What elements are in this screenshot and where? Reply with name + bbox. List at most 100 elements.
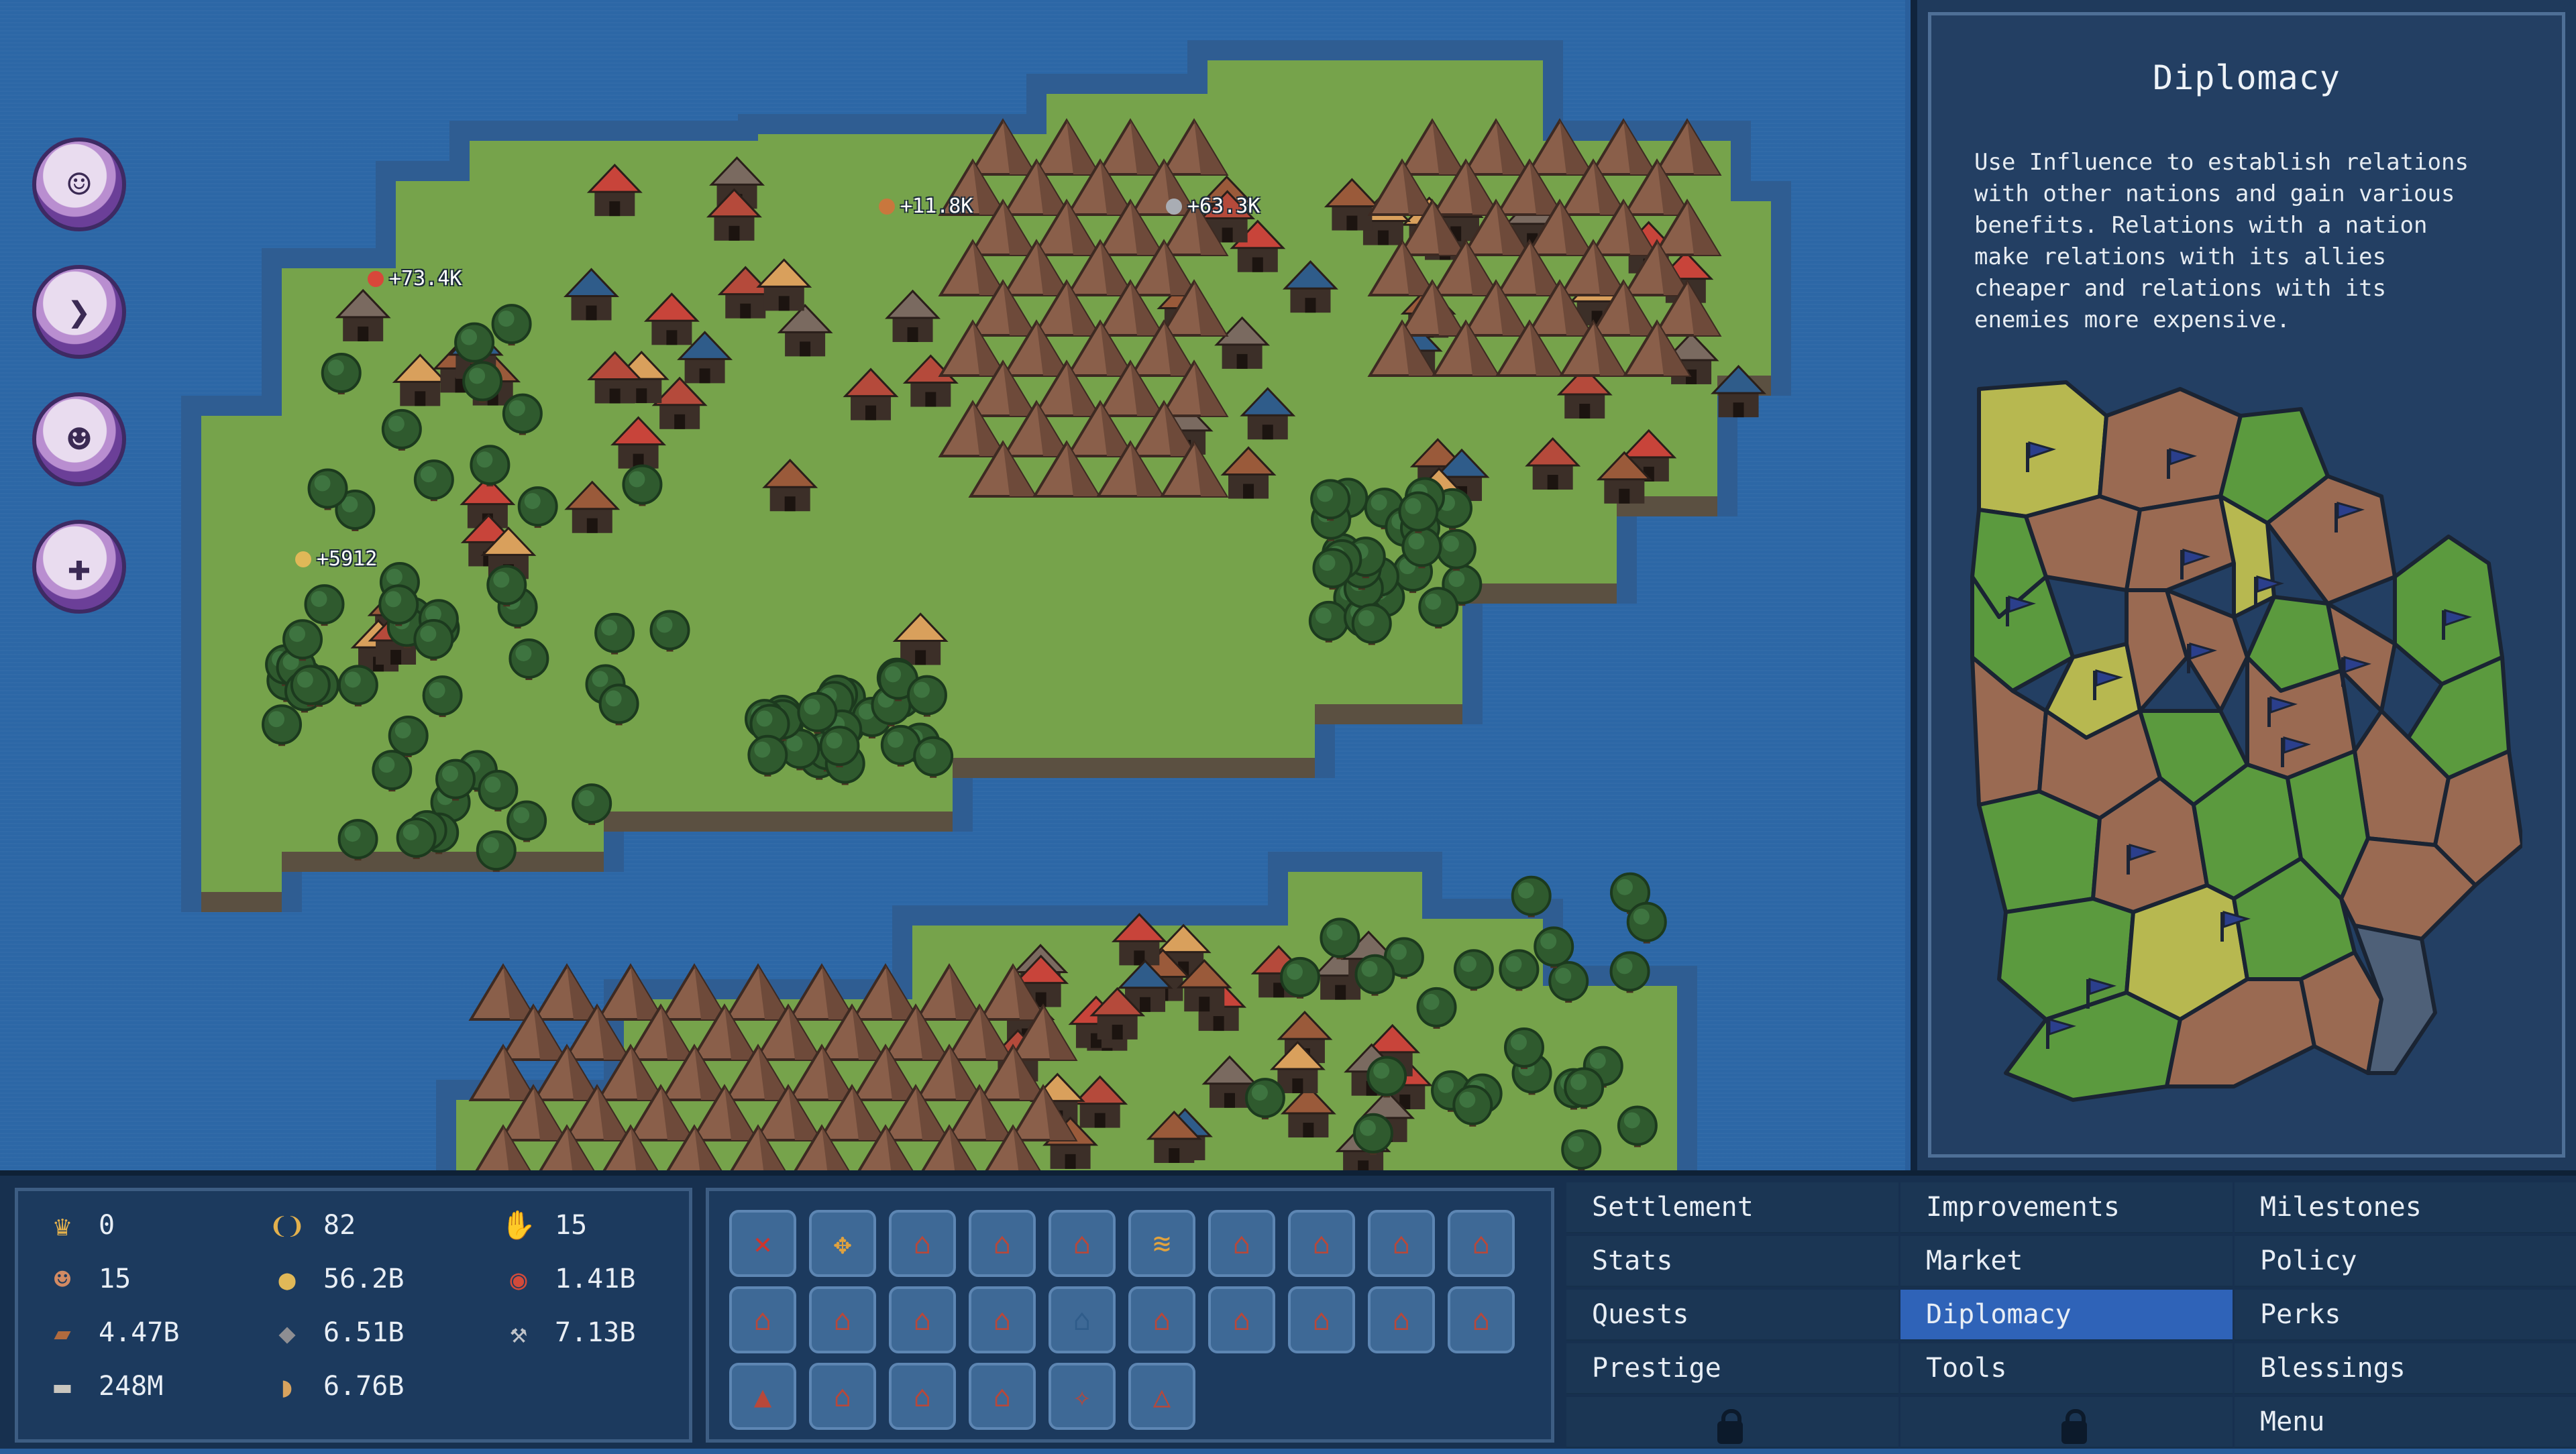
build-toolbar: ✕ ✥ ⌂ ⌂ ⌂ ≋ ⌂ ⌂ ⌂ ⌂ ⌂ ⌂ ⌂ ⌂ ⌂ ⌂ ⌂ ⌂ ⌂ ⌂ ▲ ⌂ ⌂ ⌂ ✧ △ bbox=[706, 1188, 1554, 1443]
build-tool-hut[interactable]: ⌂ bbox=[889, 1210, 956, 1277]
build-tool-workshop[interactable]: ⌂ bbox=[1288, 1286, 1355, 1353]
stone-icon: ◆ bbox=[278, 1316, 296, 1349]
build-tool-forge[interactable]: ⌂ bbox=[889, 1286, 956, 1353]
build-tool-move[interactable]: ✥ bbox=[809, 1210, 876, 1277]
income-label-wood: +11.8K bbox=[879, 194, 973, 218]
build-tool-mine[interactable]: ⌂ bbox=[809, 1286, 876, 1353]
advisor-4-button[interactable]: ✚ bbox=[32, 520, 126, 614]
lighthouse-icon: ▲ bbox=[753, 1379, 772, 1414]
resource-faith[interactable]: ✋ 15 bbox=[501, 1208, 587, 1243]
resource-value: 248M bbox=[99, 1371, 164, 1402]
resource-crown[interactable]: ♛ 0 bbox=[45, 1208, 115, 1243]
bread-icon: ◗ bbox=[278, 1369, 296, 1403]
nations-map[interactable] bbox=[1966, 376, 2522, 1113]
menu-label: Blessings bbox=[2260, 1353, 2406, 1384]
menu-locked-slot bbox=[1566, 1397, 1898, 1448]
resource-value: 15 bbox=[99, 1264, 131, 1294]
income-text: +11.8K bbox=[900, 194, 973, 218]
menu-label: Market bbox=[1926, 1245, 2023, 1276]
menu-label: Quests bbox=[1592, 1299, 1689, 1330]
warehouse-icon: ⌂ bbox=[1152, 1302, 1171, 1337]
mountain bbox=[468, 963, 538, 1021]
population-icon: ☻ bbox=[54, 1262, 71, 1296]
temple-icon: ⌂ bbox=[993, 1379, 1012, 1414]
menu-label: Prestige bbox=[1592, 1353, 1721, 1384]
build-tool-market[interactable]: ⌂ bbox=[1448, 1286, 1515, 1353]
tools-icon: ⚒ bbox=[510, 1316, 527, 1349]
tools-icon bbox=[1166, 198, 1182, 215]
build-tool-lighthouse[interactable]: ▲ bbox=[729, 1363, 796, 1430]
resource-coin[interactable]: ● 56.2B bbox=[270, 1262, 404, 1296]
lock-icon bbox=[2061, 1409, 2087, 1444]
menu-tools[interactable]: Tools bbox=[1900, 1343, 2233, 1394]
nation-region[interactable] bbox=[1977, 789, 2102, 914]
menu-settlement[interactable]: Settlement bbox=[1566, 1182, 1898, 1233]
menu-label: Tools bbox=[1926, 1353, 2007, 1384]
build-tool-tent[interactable]: ⌂ bbox=[729, 1286, 796, 1353]
build-tool-shrine[interactable]: ⌂ bbox=[889, 1363, 956, 1430]
menu-market[interactable]: Market bbox=[1900, 1236, 2233, 1287]
build-tool-map[interactable]: ⌂ bbox=[1448, 1210, 1515, 1277]
build-tool-smithy[interactable]: ⌂ bbox=[1288, 1210, 1355, 1277]
income-label-tools: +63.3K bbox=[1166, 194, 1260, 218]
advisor-1-button[interactable]: ☺ bbox=[32, 137, 126, 231]
advisor-3-button[interactable]: ☻ bbox=[32, 392, 126, 486]
menu-prestige[interactable]: Prestige bbox=[1566, 1343, 1898, 1394]
build-tool-cave[interactable]: ⌂ bbox=[809, 1363, 876, 1430]
map-icon: ⌂ bbox=[1472, 1226, 1491, 1261]
cave-icon: ⌂ bbox=[833, 1379, 852, 1414]
well-icon: ⌂ bbox=[1073, 1302, 1091, 1337]
menu-policy[interactable]: Policy bbox=[2235, 1236, 2576, 1287]
world-map[interactable] bbox=[0, 0, 1905, 1170]
bakery-icon: ⌂ bbox=[993, 1302, 1012, 1337]
wood-icon: ▰ bbox=[54, 1316, 71, 1349]
build-tool-wheat-field[interactable]: ≋ bbox=[1128, 1210, 1195, 1277]
tent-icon: ⌂ bbox=[753, 1302, 772, 1337]
menu-improvements[interactable]: Improvements bbox=[1900, 1182, 2233, 1233]
build-tool-well[interactable]: ⌂ bbox=[1049, 1286, 1116, 1353]
hut-icon: ⌂ bbox=[913, 1226, 932, 1261]
build-tool-warehouse[interactable]: ⌂ bbox=[1128, 1286, 1195, 1353]
resource-laurel[interactable]: ❨❩ 82 bbox=[270, 1208, 356, 1243]
menu-label: Milestones bbox=[2260, 1192, 2422, 1223]
market-icon: ⌂ bbox=[1472, 1302, 1491, 1337]
advisor-2-button[interactable]: ❯ bbox=[32, 265, 126, 359]
wheat-field-icon: ≋ bbox=[1152, 1226, 1171, 1261]
main-menu: Settlement Stats Quests Prestige Improvement… bbox=[1566, 1182, 2576, 1454]
build-tool-storehouse[interactable]: ⌂ bbox=[1368, 1286, 1435, 1353]
monument-icon: △ bbox=[1152, 1379, 1171, 1414]
menu-perks[interactable]: Perks bbox=[2235, 1290, 2576, 1341]
build-tool-quarry[interactable]: ⌂ bbox=[1368, 1210, 1435, 1277]
menu-menu[interactable]: Menu bbox=[2235, 1397, 2576, 1448]
build-tool-bakery[interactable]: ⌂ bbox=[969, 1286, 1036, 1353]
resource-tools[interactable]: ⚒ 7.13B bbox=[501, 1315, 635, 1350]
build-tool-statue[interactable]: ✧ bbox=[1049, 1363, 1116, 1430]
priest-icon: ✚ bbox=[67, 544, 91, 590]
statue-icon: ✧ bbox=[1073, 1379, 1091, 1414]
income-text: +5912 bbox=[317, 547, 378, 571]
resource-meat[interactable]: ◉ 1.41B bbox=[501, 1262, 635, 1296]
build-tool-temple[interactable]: ⌂ bbox=[969, 1363, 1036, 1430]
build-tool-lumber-mill[interactable]: ⌂ bbox=[1208, 1210, 1275, 1277]
resource-wood[interactable]: ▰ 4.47B bbox=[45, 1315, 179, 1350]
resource-bread[interactable]: ◗ 6.76B bbox=[270, 1369, 404, 1404]
meat-icon: ◉ bbox=[510, 1262, 527, 1296]
island-terrain[interactable] bbox=[0, 0, 1905, 1170]
menu-diplomacy[interactable]: Diplomacy bbox=[1900, 1290, 2233, 1341]
menu-blessings[interactable]: Blessings bbox=[2235, 1343, 2576, 1394]
build-tool-monument[interactable]: △ bbox=[1128, 1363, 1195, 1430]
build-tool-manor[interactable]: ⌂ bbox=[1049, 1210, 1116, 1277]
menu-quests[interactable]: Quests bbox=[1566, 1290, 1898, 1341]
build-tool-house[interactable]: ⌂ bbox=[969, 1210, 1036, 1277]
resource-population[interactable]: ☻ 15 bbox=[45, 1262, 131, 1296]
build-tool-barn[interactable]: ⌂ bbox=[1208, 1286, 1275, 1353]
resource-stone[interactable]: ◆ 6.51B bbox=[270, 1315, 404, 1350]
merchant-icon: ❯ bbox=[67, 289, 91, 335]
coin-icon: ● bbox=[278, 1262, 296, 1296]
build-tool-demolish[interactable]: ✕ bbox=[729, 1210, 796, 1277]
resource-plank[interactable]: ▬ 248M bbox=[45, 1369, 163, 1404]
menu-milestones[interactable]: Milestones bbox=[2235, 1182, 2576, 1233]
menu-label: Settlement bbox=[1592, 1192, 1754, 1223]
menu-stats[interactable]: Stats bbox=[1566, 1236, 1898, 1287]
forge-icon: ⌂ bbox=[913, 1302, 932, 1337]
